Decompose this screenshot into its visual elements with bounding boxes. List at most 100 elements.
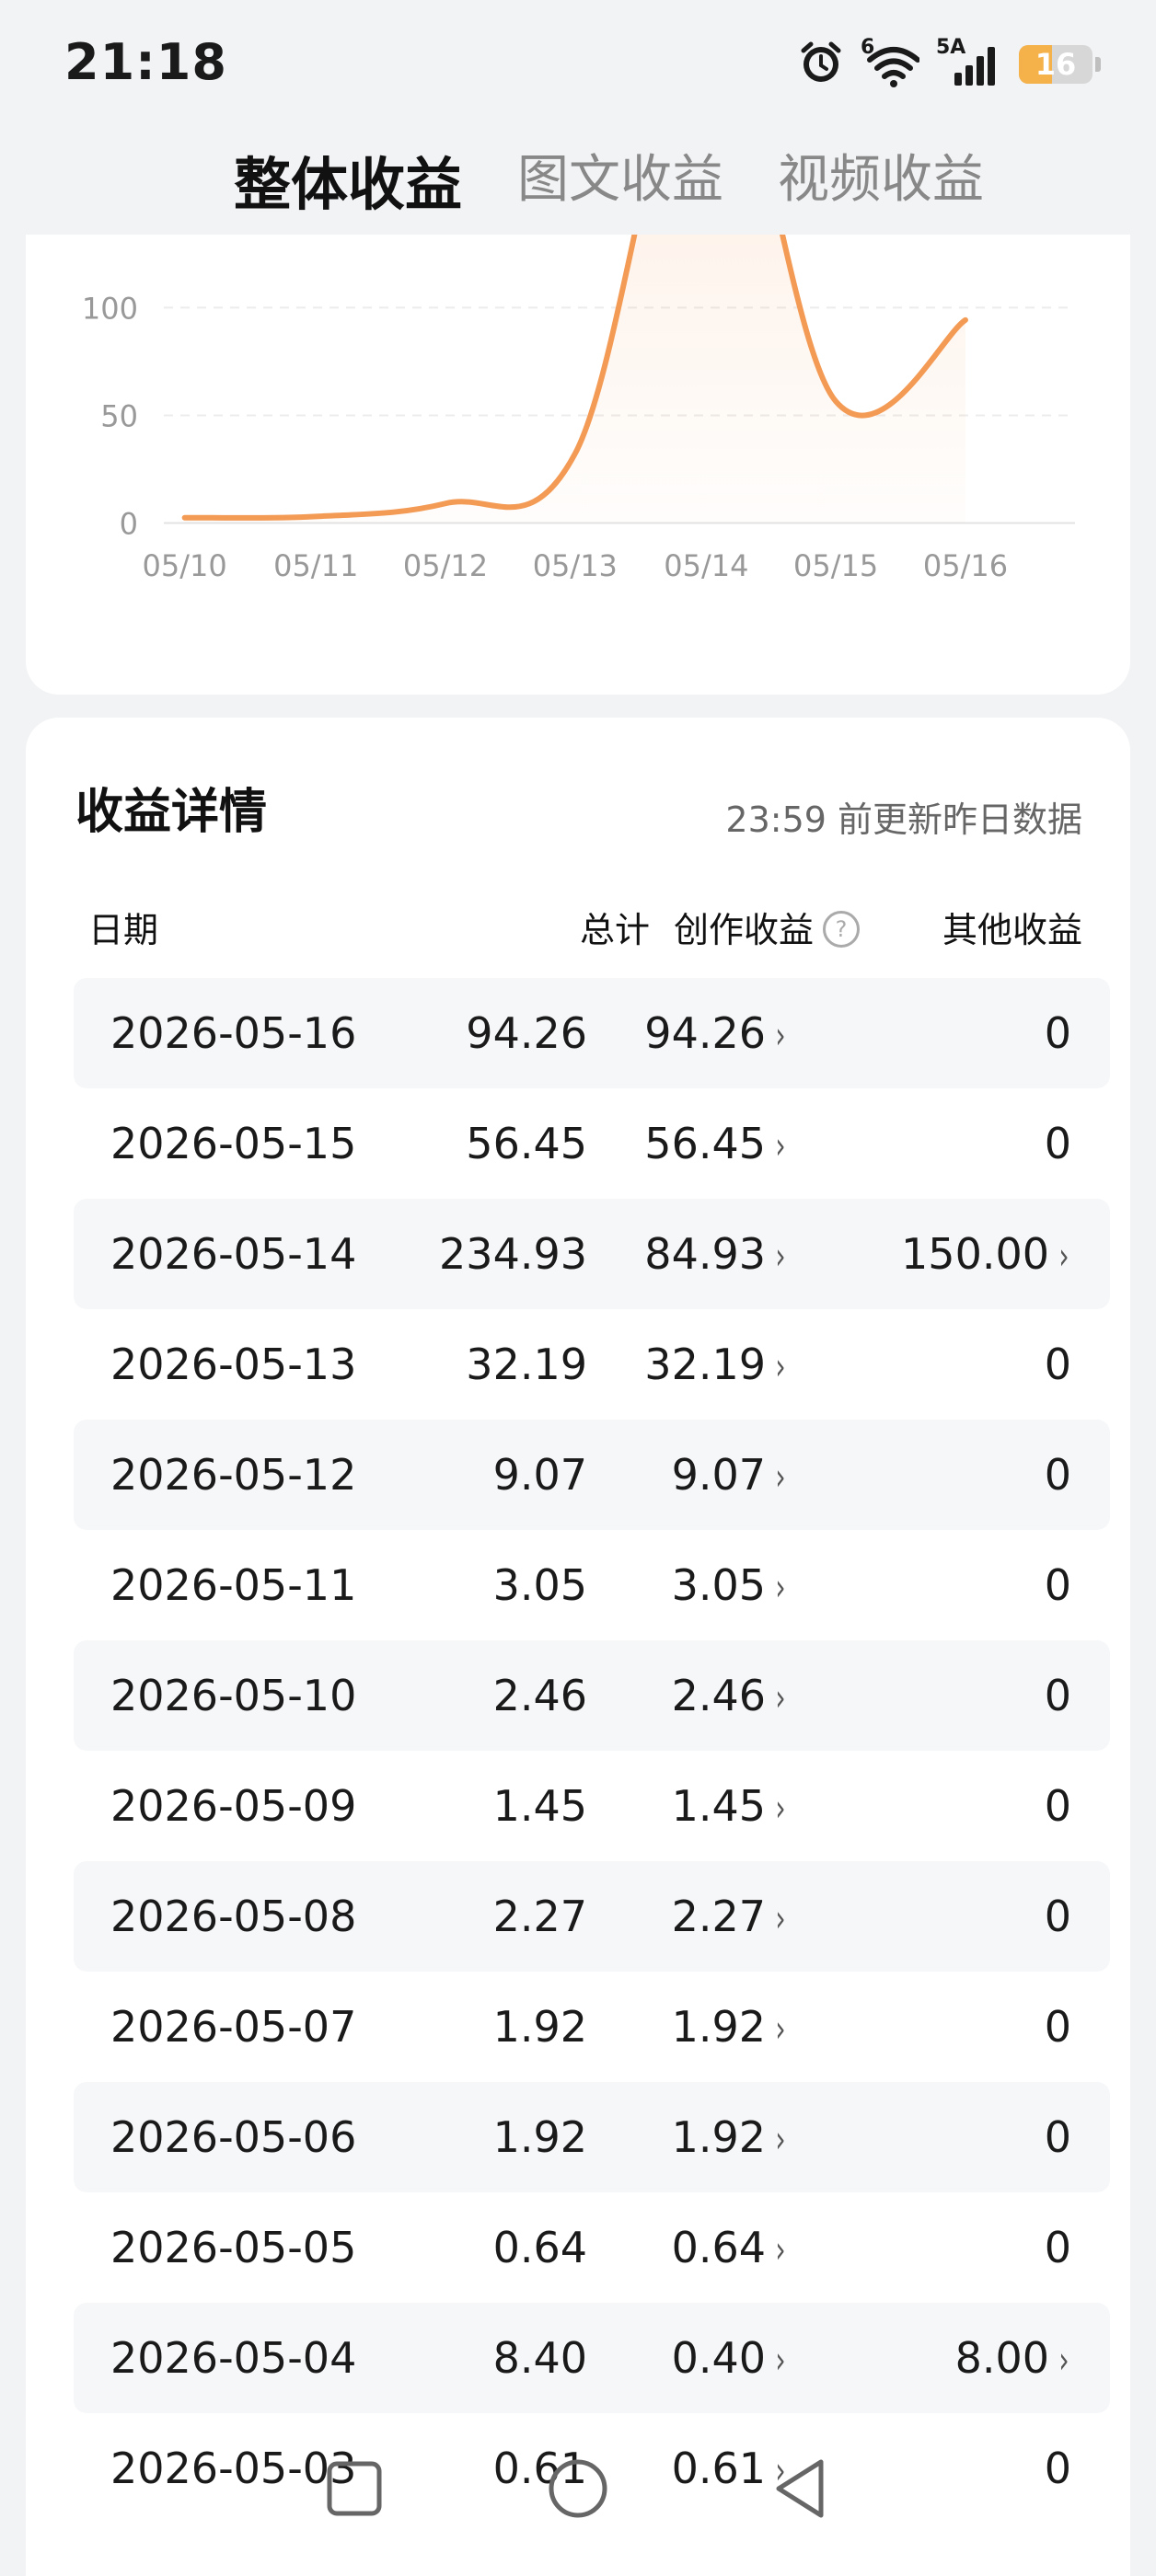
chevron-right-icon: › [775,1015,786,1057]
row-date: 2026-05-11 [110,1560,357,1610]
recents-button[interactable] [322,2456,387,2521]
row-total: 1.45 [492,1781,587,1831]
row-creation-earnings[interactable]: 1.92 › [672,2082,788,2195]
row-total: 1.92 [492,2112,587,2162]
chevron-right-icon: › [775,1346,786,1388]
row-total: 0.64 [492,2223,587,2272]
tab-overall-earnings[interactable]: 整体收益 [234,138,462,221]
y-tick-label: 50 [100,398,138,433]
table-row: 2026-05-09 1.45 1.45 › 0 [74,1751,1110,1861]
x-tick-label: 05/15 [793,548,878,583]
row-other-earnings: 0 [1045,1861,1071,1972]
table-row: 2026-05-11 3.05 3.05 › 0 [74,1530,1110,1640]
status-time: 21:18 [64,33,227,91]
chevron-right-icon: › [775,2229,786,2271]
header-date: 日期 [88,910,159,950]
other-value: 0 [1044,1781,1071,1831]
row-creation-earnings[interactable]: 56.45 › [644,1088,788,1202]
x-tick-label: 05/12 [403,548,488,583]
creation-value: 0.40 [671,2333,766,2383]
row-other-earnings: 0 [1045,1420,1071,1530]
row-creation-earnings[interactable]: 2.46 › [672,1640,788,1754]
row-creation-earnings[interactable]: 0.64 › [672,2192,788,2306]
other-value: 0 [1044,2223,1071,2272]
tab-article-earnings[interactable]: 图文收益 [517,138,723,213]
header-creation: 创作收益? [674,902,860,952]
creation-value: 2.46 [671,1671,766,1720]
row-other-earnings[interactable]: 8.00 › [955,2303,1071,2416]
row-creation-earnings[interactable]: 1.45 › [672,1751,788,1864]
square-icon [327,2461,382,2516]
header-creation-label: 创作收益 [673,910,814,950]
row-date: 2026-05-06 [110,2112,357,2162]
y-tick-label: 100 [82,291,138,326]
earnings-line-chart: 100 50 0 05/10 05/11 05/12 05/13 05/14 05/15 05/… [82,235,1075,583]
back-button[interactable] [769,2456,834,2521]
x-tick-label: 05/13 [533,548,618,583]
row-date: 2026-05-15 [110,1119,357,1168]
row-creation-earnings[interactable]: 9.07 › [672,1420,788,1533]
creation-value: 1.45 [671,1781,766,1831]
row-creation-earnings[interactable]: 94.26 › [644,978,788,1091]
row-other-earnings[interactable]: 150.00 › [901,1199,1071,1312]
row-total: 234.93 [439,1229,587,1279]
row-creation-earnings[interactable]: 1.92 › [672,1972,788,2085]
other-value: 0 [1044,1450,1071,1500]
table-row: 2026-05-14 234.93 84.93 › 150.00 › [74,1199,1110,1309]
row-creation-earnings[interactable]: 32.19 › [644,1309,788,1422]
table-header: 日期 总计 创作收益? 其他收益 [74,883,1082,957]
earnings-tabs: 整体收益 图文收益 视频收益 [0,129,1156,239]
row-creation-earnings[interactable]: 84.93 › [644,1199,788,1312]
table-row: 2026-05-13 32.19 32.19 › 0 [74,1309,1110,1420]
table-row: 2026-05-10 2.46 2.46 › 0 [74,1640,1110,1751]
system-nav-bar [0,2438,1156,2539]
row-other-earnings: 0 [1045,1309,1071,1420]
table-row: 2026-05-15 56.45 56.45 › 0 [74,1088,1110,1199]
other-value: 0 [1044,1560,1071,1610]
row-creation-earnings[interactable]: 3.05 › [672,1530,788,1643]
chevron-right-icon: › [1058,2340,1069,2382]
table-row: 2026-05-08 2.27 2.27 › 0 [74,1861,1110,1972]
chevron-right-icon: › [775,2119,786,2161]
table-row: 2026-05-05 0.64 0.64 › 0 [74,2192,1110,2303]
signal-5a-icon: 5A [936,36,1002,87]
header-total: 总计 [579,910,650,950]
row-total: 2.46 [492,1671,587,1720]
row-other-earnings: 0 [1045,1972,1071,2082]
row-total: 56.45 [466,1119,587,1168]
row-date: 2026-05-07 [110,2002,357,2052]
battery-icon: 16 [1019,45,1101,84]
x-tick-label: 05/10 [143,548,227,583]
home-button[interactable] [546,2456,610,2521]
creation-value: 3.05 [671,1560,766,1610]
chevron-right-icon: › [775,1567,786,1609]
row-date: 2026-05-12 [110,1450,357,1500]
row-creation-earnings[interactable]: 0.40 › [672,2303,788,2416]
other-value: 150.00 [901,1229,1049,1279]
row-date: 2026-05-16 [110,1008,357,1058]
update-note: 23:59 前更新昨日数据 [725,799,1082,840]
table-row: 2026-05-16 94.26 94.26 › 0 [74,978,1110,1088]
row-date: 2026-05-14 [110,1229,357,1279]
status-icons: 6 5A 16 [798,36,1101,92]
creation-value: 9.07 [671,1450,766,1500]
table-row: 2026-05-06 1.92 1.92 › 0 [74,2082,1110,2192]
x-tick-label: 05/11 [273,548,358,583]
other-value: 0 [1044,2002,1071,2052]
chevron-right-icon: › [775,1456,786,1499]
status-bar: 21:18 6 5A 16 [0,0,1156,129]
row-date: 2026-05-05 [110,2223,357,2272]
row-creation-earnings[interactable]: 2.27 › [672,1861,788,1974]
row-date: 2026-05-10 [110,1671,357,1720]
other-value: 0 [1044,1340,1071,1389]
tab-video-earnings[interactable]: 视频收益 [778,138,984,213]
creation-value: 0.64 [671,2223,766,2272]
x-tick-label: 05/16 [923,548,1008,583]
other-value: 0 [1044,1892,1071,1941]
row-other-earnings: 0 [1045,1088,1071,1199]
help-icon[interactable]: ? [823,910,860,948]
wifi-icon: 6 [861,36,919,87]
row-date: 2026-05-09 [110,1781,357,1831]
circle-icon [549,2459,607,2518]
row-total: 2.27 [492,1892,587,1941]
